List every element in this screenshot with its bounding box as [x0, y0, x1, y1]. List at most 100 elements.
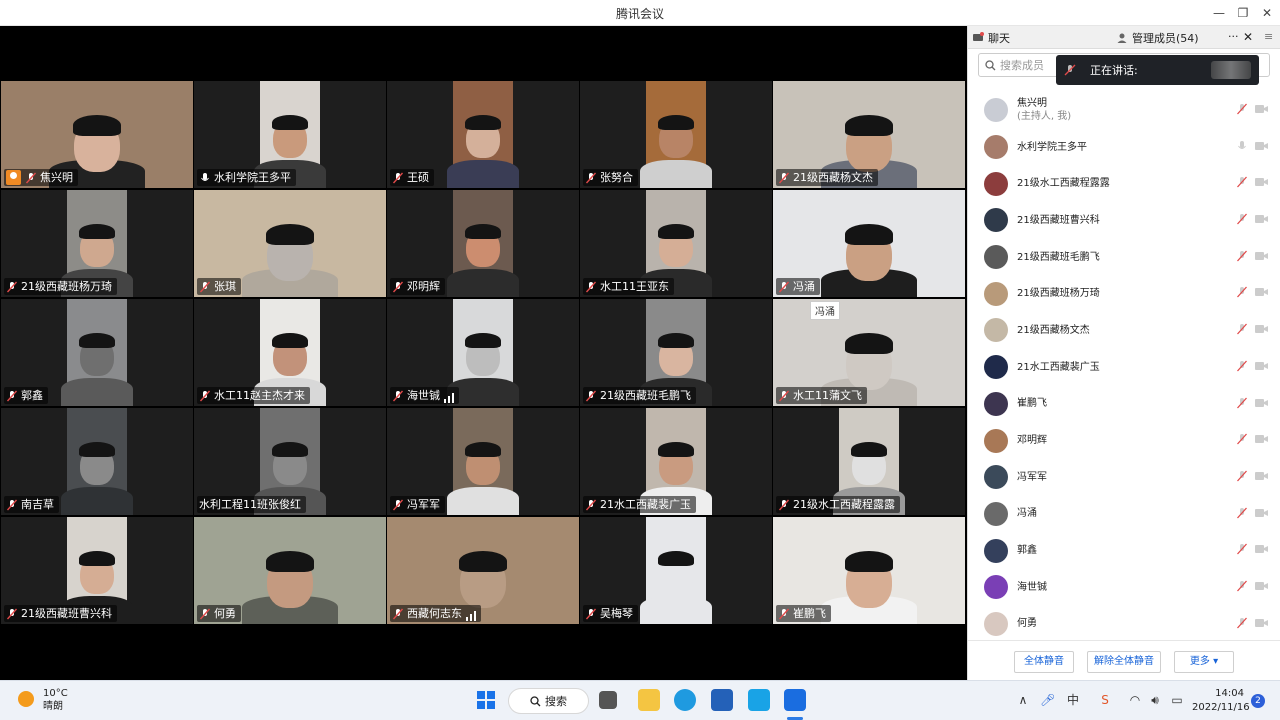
video-tile[interactable]: 吴梅琴: [580, 517, 772, 624]
member-row[interactable]: 海世铖: [968, 569, 1280, 606]
mic-muted-icon[interactable]: [1236, 176, 1248, 191]
mic-muted-icon[interactable]: [1236, 433, 1248, 448]
camera-icon[interactable]: [1255, 397, 1269, 412]
camera-icon[interactable]: [1255, 360, 1269, 375]
member-row[interactable]: 何勇: [968, 606, 1280, 643]
camera-icon[interactable]: [1255, 140, 1269, 155]
mic-muted-icon[interactable]: [1236, 580, 1248, 595]
mic-muted-icon[interactable]: [1236, 360, 1248, 375]
video-tile[interactable]: 水工11赵主杰才来: [194, 299, 386, 406]
video-tile[interactable]: 21级西藏班曹兴科: [1, 517, 193, 624]
video-tile[interactable]: 水利工程11班张俊红: [194, 408, 386, 515]
sun-icon[interactable]: [18, 691, 34, 707]
unmute-all-button[interactable]: 解除全体静音: [1087, 651, 1161, 673]
member-row[interactable]: 21水工西藏裴广玉: [968, 349, 1280, 386]
video-tile[interactable]: 水工11蒲文飞: [773, 299, 965, 406]
video-tile[interactable]: 西藏何志东: [387, 517, 579, 624]
minimize-button[interactable]: —: [1209, 3, 1229, 23]
camera-icon[interactable]: [1255, 543, 1269, 558]
file-explorer-icon[interactable]: [638, 689, 660, 711]
camera-icon[interactable]: [1255, 213, 1269, 228]
video-tile[interactable]: 21级西藏杨文杰: [773, 81, 965, 188]
input-method-icon[interactable]: 中: [1066, 693, 1080, 707]
restore-button[interactable]: ❐: [1233, 3, 1253, 23]
video-tile[interactable]: 冯涌: [773, 190, 965, 297]
task-view-icon[interactable]: [599, 691, 617, 709]
member-row[interactable]: 水利学院王多平: [968, 129, 1280, 166]
camera-icon[interactable]: [1255, 470, 1269, 485]
more-button[interactable]: 更多 ▾: [1174, 651, 1234, 673]
video-tile[interactable]: 张努合: [580, 81, 772, 188]
member-row[interactable]: 邓明辉: [968, 422, 1280, 459]
video-tile[interactable]: 海世铖: [387, 299, 579, 406]
tab-members[interactable]: 管理成员(54): [1116, 30, 1199, 46]
mute-all-button[interactable]: 全体静音: [1014, 651, 1074, 673]
camera-icon[interactable]: [1255, 617, 1269, 632]
close-panel-icon[interactable]: ✕: [1243, 30, 1253, 44]
video-tile[interactable]: 王硕: [387, 81, 579, 188]
tencent-meeting-icon[interactable]: [784, 689, 806, 711]
video-tile[interactable]: 焦兴明: [1, 81, 193, 188]
video-tile[interactable]: 21级水工西藏程露露: [773, 408, 965, 515]
video-tile[interactable]: 邓明辉: [387, 190, 579, 297]
video-tile[interactable]: 何勇: [194, 517, 386, 624]
member-row[interactable]: 21级西藏班曹兴科: [968, 202, 1280, 239]
video-tile[interactable]: 21级西藏班毛鹏飞: [580, 299, 772, 406]
video-tile[interactable]: 郭鑫: [1, 299, 193, 406]
tab-chat[interactable]: 聊天: [972, 30, 1010, 46]
camera-icon[interactable]: [1255, 286, 1269, 301]
panel-menu-icon[interactable]: ≡: [1264, 30, 1273, 43]
member-row[interactable]: 冯涌: [968, 496, 1280, 533]
member-row[interactable]: 21级西藏杨文杰: [968, 312, 1280, 349]
store-icon[interactable]: [711, 689, 733, 711]
camera-icon[interactable]: [1255, 580, 1269, 595]
taskbar-search[interactable]: 搜索: [508, 688, 589, 714]
more-options-button[interactable]: ···: [1228, 30, 1239, 43]
notification-badge[interactable]: 2: [1251, 694, 1265, 708]
member-row[interactable]: 21级水工西藏程露露: [968, 165, 1280, 202]
camera-icon[interactable]: [1255, 176, 1269, 191]
microphone-icon[interactable]: 🎤︎: [1040, 693, 1055, 707]
camera-icon[interactable]: [1255, 507, 1269, 522]
video-tile[interactable]: 水工11王亚东: [580, 190, 772, 297]
video-tile[interactable]: 南吉草: [1, 408, 193, 515]
member-row[interactable]: 焦兴明 (主持人, 我): [968, 92, 1280, 129]
mic-muted-icon[interactable]: [1236, 507, 1248, 522]
volume-icon[interactable]: 🔊︎: [1148, 693, 1162, 707]
clock[interactable]: 14:04 2022/11/16: [1192, 687, 1250, 715]
edge-icon[interactable]: [674, 689, 696, 711]
camera-icon[interactable]: [1255, 433, 1269, 448]
video-tile[interactable]: 崔鹏飞: [773, 517, 965, 624]
weather-widget[interactable]: 10°C 晴朗: [43, 687, 68, 713]
mic-muted-icon[interactable]: [1236, 323, 1248, 338]
mic-muted-icon[interactable]: [1236, 617, 1248, 632]
close-button[interactable]: ✕: [1257, 3, 1277, 23]
app-tray-icon[interactable]: S: [1098, 693, 1112, 707]
member-row[interactable]: 21级西藏班毛鹏飞: [968, 239, 1280, 276]
member-row[interactable]: 21级西藏班杨万琦: [968, 275, 1280, 312]
mic-muted-icon[interactable]: [1236, 213, 1248, 228]
mic-muted-icon[interactable]: [1236, 397, 1248, 412]
video-tile[interactable]: 水利学院王多平: [194, 81, 386, 188]
video-tile[interactable]: 21级西藏班杨万琦: [1, 190, 193, 297]
start-icon[interactable]: [475, 689, 497, 711]
mic-icon[interactable]: [1236, 140, 1248, 155]
member-row[interactable]: 崔鹏飞: [968, 386, 1280, 423]
bilibili-icon[interactable]: [748, 689, 770, 711]
video-tile[interactable]: 21水工西藏裴广玉: [580, 408, 772, 515]
camera-icon[interactable]: [1255, 103, 1269, 118]
camera-icon[interactable]: [1255, 250, 1269, 265]
member-row[interactable]: 冯军军: [968, 459, 1280, 496]
video-tile[interactable]: 冯军军: [387, 408, 579, 515]
camera-icon[interactable]: [1255, 323, 1269, 338]
wifi-icon[interactable]: ◠: [1128, 693, 1142, 707]
video-tile[interactable]: 张琪: [194, 190, 386, 297]
chevron-up-icon[interactable]: ∧: [1016, 693, 1030, 707]
member-row[interactable]: 郭鑫: [968, 532, 1280, 569]
mic-muted-icon[interactable]: [1236, 543, 1248, 558]
mic-muted-icon[interactable]: [1236, 103, 1248, 118]
mic-muted-icon[interactable]: [1236, 286, 1248, 301]
battery-icon[interactable]: ▭: [1170, 693, 1184, 707]
mic-muted-icon[interactable]: [1236, 470, 1248, 485]
mic-muted-icon[interactable]: [1236, 250, 1248, 265]
